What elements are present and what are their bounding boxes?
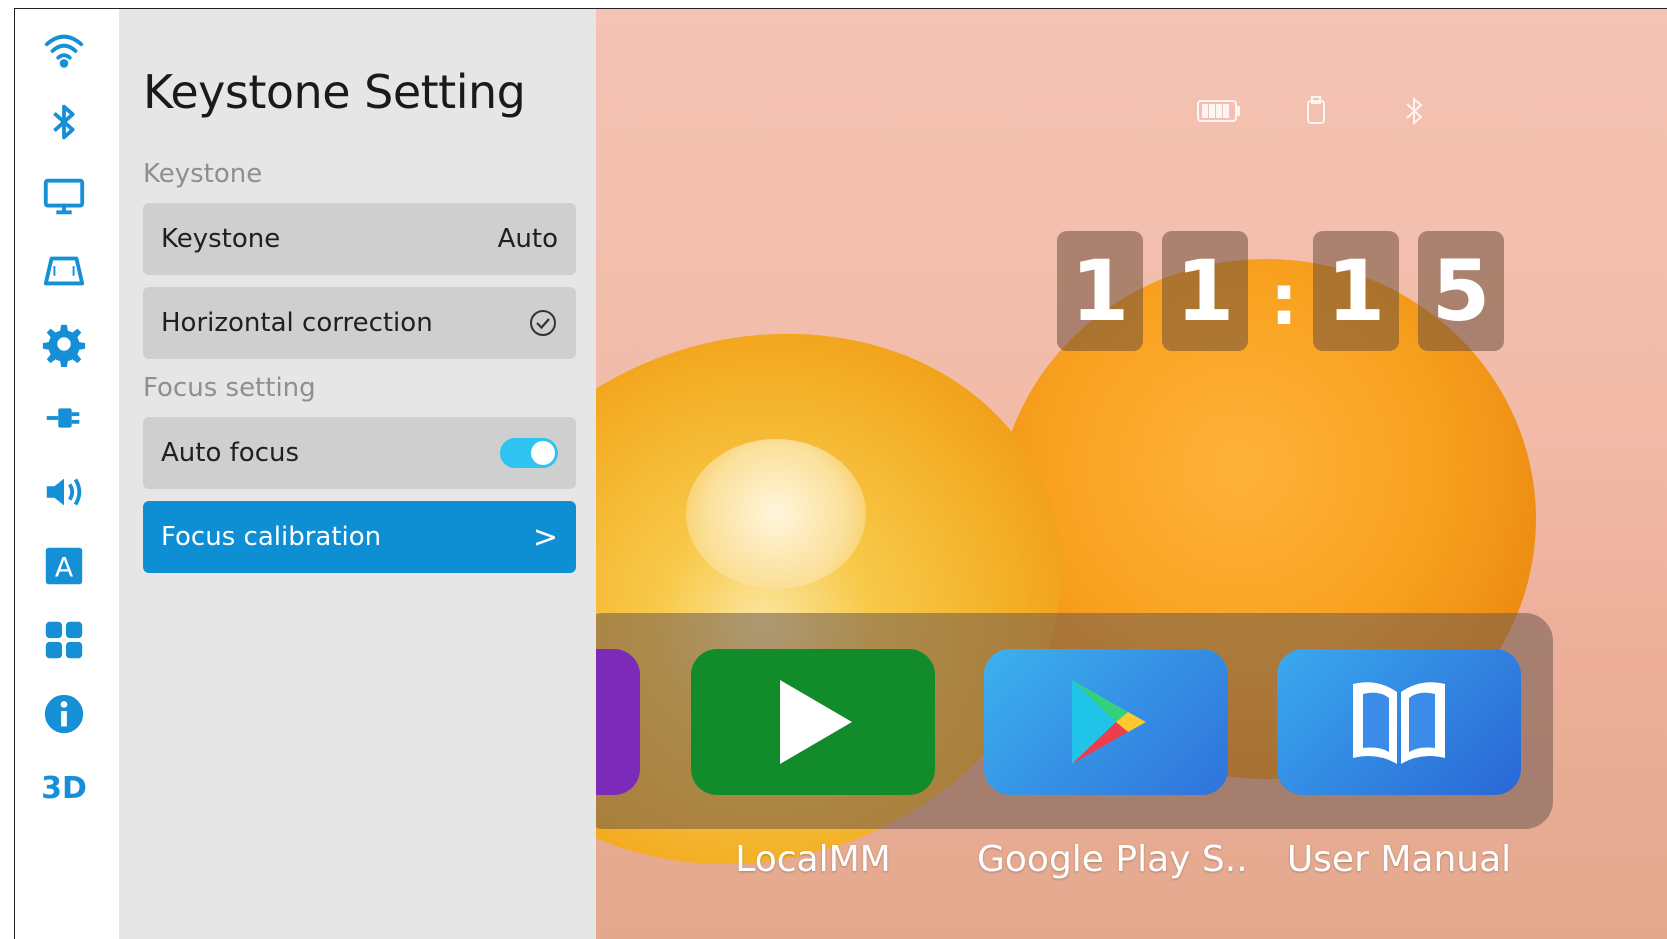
wallpaper-orange-core: [686, 439, 866, 589]
language-icon[interactable]: A: [39, 541, 89, 591]
clock-hour-tens: 1: [1057, 231, 1143, 351]
section-label-focus: Focus setting: [143, 373, 316, 403]
clock-minute-tens: 1: [1313, 231, 1399, 351]
bluetooth-icon: [1390, 93, 1438, 134]
play-icon: [780, 680, 852, 764]
book-icon: [1353, 682, 1445, 764]
app-label-user-manual: User Manual: [1286, 839, 1512, 880]
gear-icon[interactable]: [39, 319, 89, 369]
toggle-knob: [531, 441, 555, 465]
3d-icon[interactable]: 3D: [39, 763, 89, 813]
bluetooth-icon[interactable]: [39, 97, 89, 147]
panel-title: Keystone Setting: [143, 65, 526, 119]
wallpaper-orange-half: [596, 255, 1132, 939]
clock-hour-ones: 1: [1162, 231, 1248, 351]
row-label: Keystone: [161, 224, 281, 254]
apps-grid-icon[interactable]: [39, 615, 89, 665]
keystone-mode-value: Auto: [497, 224, 558, 254]
keystone-settings-panel: Keystone Setting Keystone Keystone Auto …: [119, 9, 596, 939]
row-label: Focus calibration: [161, 522, 382, 552]
clock-separator: :: [1270, 259, 1298, 341]
app-label-google-play: Google Play S..: [977, 839, 1248, 880]
keystone-mode-row[interactable]: Keystone Auto: [143, 203, 576, 275]
horizontal-correction-row[interactable]: Horizontal correction: [143, 287, 576, 359]
google-play-icon: [1072, 680, 1146, 764]
app-tile-partial[interactable]: [596, 649, 640, 795]
svg-text:A: A: [55, 553, 74, 584]
row-label: Auto focus: [161, 438, 300, 468]
check-circle-icon: [530, 310, 556, 336]
section-label-keystone: Keystone: [143, 159, 263, 189]
launcher-screen: A 3D Keystone Setting Keystone Keystone …: [14, 8, 1667, 939]
app-tile-google-play[interactable]: [984, 649, 1228, 795]
keystone-icon[interactable]: [39, 245, 89, 295]
row-label: Horizontal correction: [161, 308, 433, 338]
settings-category-rail: A 3D: [15, 9, 119, 939]
speaker-icon[interactable]: [39, 467, 89, 517]
display-icon[interactable]: [39, 171, 89, 221]
clock-minute-ones: 5: [1418, 231, 1504, 351]
home-background: 1 1 : 1 5 LocalMM Google Play S.. User M…: [596, 9, 1667, 939]
usb-icon: [1292, 93, 1340, 134]
info-icon[interactable]: [39, 689, 89, 739]
app-tile-localmm[interactable]: [691, 649, 935, 795]
focus-calibration-row[interactable]: Focus calibration >: [143, 501, 576, 573]
wifi-icon[interactable]: [39, 25, 89, 75]
battery-icon: [1194, 93, 1242, 134]
input-source-icon[interactable]: [39, 393, 89, 443]
auto-focus-row[interactable]: Auto focus: [143, 417, 576, 489]
auto-focus-toggle[interactable]: [500, 438, 558, 468]
chevron-right-icon: >: [532, 519, 558, 555]
app-label-localmm: LocalMM: [735, 839, 891, 880]
app-tile-user-manual[interactable]: [1277, 649, 1521, 795]
